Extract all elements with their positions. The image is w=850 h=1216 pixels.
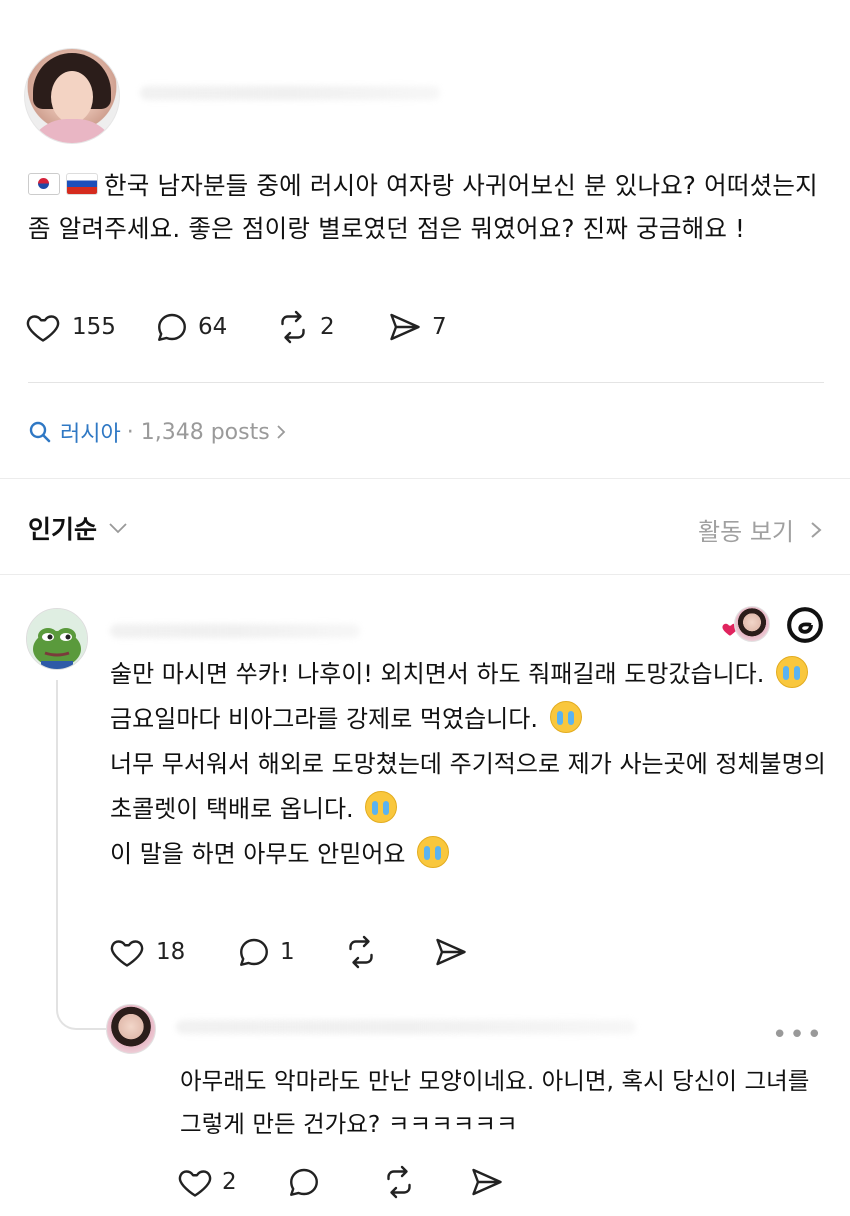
comment-bubble-icon bbox=[240, 938, 268, 966]
view-activity-link[interactable]: 활동 보기 bbox=[698, 512, 824, 547]
russia-flag-icon bbox=[66, 173, 98, 195]
reply-comment-button[interactable] bbox=[286, 1164, 380, 1200]
post-action-row: 155 64 2 7 bbox=[24, 309, 476, 345]
like-button[interactable]: 155 bbox=[24, 309, 154, 345]
crying-face-icon bbox=[365, 791, 398, 823]
commenter-avatar[interactable] bbox=[26, 608, 88, 670]
send-icon bbox=[436, 938, 466, 966]
post-author-mini-avatar bbox=[734, 606, 770, 642]
sort-dropdown[interactable]: 인기순 bbox=[28, 510, 129, 546]
post-author-name-redacted bbox=[140, 86, 440, 100]
reply-text: 아무래도 악마라도 만난 모양이네요. 아니면, 혹시 당신이 그녀를 그렇게 … bbox=[180, 1067, 810, 1138]
share-button[interactable]: 7 bbox=[386, 309, 476, 345]
comment-like-button[interactable]: 18 bbox=[108, 934, 236, 970]
reply-action-row: 2 bbox=[176, 1164, 506, 1200]
post-divider bbox=[28, 382, 824, 383]
topic-name: 러시아 bbox=[60, 422, 121, 447]
repost-count: 2 bbox=[320, 314, 335, 340]
comment-repost-button[interactable] bbox=[342, 934, 432, 970]
reply-author-name-redacted bbox=[176, 1020, 636, 1034]
search-icon bbox=[29, 421, 51, 443]
crying-face-icon bbox=[417, 836, 450, 868]
reply-share-button[interactable] bbox=[468, 1164, 506, 1200]
threads-logo-icon[interactable] bbox=[786, 606, 824, 644]
heart-icon bbox=[178, 1170, 212, 1197]
comment-line-2: 금요일마다 비아그라를 강제로 먹였습니다. bbox=[110, 697, 830, 742]
comment-line-3-text: 너무 무서워서 해외로 도망쳤는데 주기적으로 제가 사는곳에 정체불명의 초콜… bbox=[110, 750, 826, 823]
comment-count: 64 bbox=[198, 314, 228, 340]
comment-action-row: 18 1 bbox=[108, 934, 470, 970]
comment-like-count: 18 bbox=[156, 939, 186, 965]
comment-reply-count: 1 bbox=[280, 939, 295, 965]
comment-line-3: 너무 무서워서 해외로 도망쳤는데 주기적으로 제가 사는곳에 정체불명의 초콜… bbox=[110, 742, 830, 832]
comment-line-4: 이 말을 하면 아무도 안믿어요 bbox=[110, 832, 830, 877]
sort-label: 인기순 bbox=[28, 515, 98, 544]
send-icon bbox=[472, 1168, 502, 1196]
reply-author-avatar[interactable] bbox=[106, 1004, 156, 1054]
send-icon bbox=[390, 313, 420, 341]
share-count: 7 bbox=[432, 314, 447, 340]
comment-button[interactable]: 64 bbox=[154, 309, 274, 345]
comment-line-4-text: 이 말을 하면 아무도 안믿어요 bbox=[110, 840, 406, 868]
topic-post-count: · 1,348 posts bbox=[126, 419, 270, 445]
comment-reply-button[interactable]: 1 bbox=[236, 934, 342, 970]
repost-button[interactable]: 2 bbox=[274, 309, 386, 345]
thread-connector-line bbox=[56, 680, 106, 1030]
like-count: 155 bbox=[72, 314, 116, 340]
section-divider bbox=[0, 478, 850, 479]
pepe-avatar-icon bbox=[27, 609, 87, 669]
korea-flag-icon bbox=[28, 173, 60, 195]
more-options-label: ••• bbox=[771, 1020, 824, 1050]
topic-tag[interactable]: 러시아 · 1,348 posts bbox=[28, 416, 288, 448]
comment-line-1: 술만 마시면 쑤카! 나후이! 외치면서 하도 줘패길래 도망갔습니다. bbox=[110, 652, 830, 697]
activity-label: 활동 보기 bbox=[698, 518, 794, 546]
reply-like-button[interactable]: 2 bbox=[176, 1164, 286, 1200]
post-author-avatar[interactable] bbox=[24, 48, 120, 144]
reply-like-count: 2 bbox=[222, 1169, 237, 1195]
reply-repost-button[interactable] bbox=[380, 1164, 468, 1200]
comment-share-button[interactable] bbox=[432, 934, 470, 970]
comment-text: 술만 마시면 쑤카! 나후이! 외치면서 하도 줘패길래 도망갔습니다. 금요일… bbox=[110, 652, 830, 877]
post-text: 한국 남자분들 중에 러시아 여자랑 사귀어보신 분 있나요? 어떠셨는지 좀 … bbox=[28, 164, 818, 250]
comment-line-2-text: 금요일마다 비아그라를 강제로 먹였습니다. bbox=[110, 705, 538, 733]
crying-face-icon bbox=[549, 701, 582, 733]
section-divider bbox=[0, 574, 850, 575]
repost-icon bbox=[387, 1165, 411, 1199]
chevron-down-icon bbox=[109, 523, 127, 534]
heart-icon bbox=[110, 940, 144, 967]
heart-icon bbox=[26, 315, 60, 342]
commenter-name-redacted bbox=[110, 624, 360, 638]
author-liked-indicator bbox=[720, 606, 776, 642]
chevron-right-icon bbox=[811, 521, 822, 538]
comment-line-1-text: 술만 마시면 쑤카! 나후이! 외치면서 하도 줘패길래 도망갔습니다. bbox=[110, 660, 765, 688]
comment-bubble-icon bbox=[290, 1168, 318, 1196]
post-body: 한국 남자분들 중에 러시아 여자랑 사귀어보신 분 있나요? 어떠셨는지 좀 … bbox=[28, 171, 818, 243]
repost-icon bbox=[349, 935, 373, 969]
crying-face-icon bbox=[776, 656, 808, 688]
comment-bubble-icon bbox=[158, 313, 186, 341]
more-options-button[interactable]: ••• bbox=[772, 1020, 824, 1050]
repost-icon bbox=[281, 310, 305, 344]
chevron-right-icon bbox=[277, 425, 285, 439]
